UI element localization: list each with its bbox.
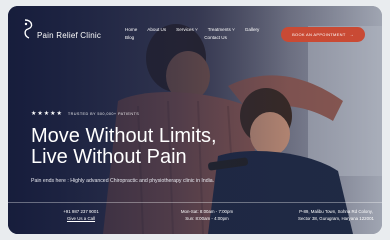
chevron-down-icon: ˅: [195, 27, 198, 32]
nav-home[interactable]: Home: [125, 27, 137, 33]
headline-line-2: Live Without Pain: [31, 146, 187, 168]
brand-name: Pain Relief Clinic: [37, 30, 102, 40]
trust-text: TRUSTED BY 500,000+ PATIENTS: [67, 111, 140, 116]
trust-rating: ★★★★★ TRUSTED BY 500,000+ PATIENTS: [31, 110, 139, 117]
headline-line-1: Move Without Limits,: [31, 125, 217, 147]
nav-blog[interactable]: Blog: [125, 35, 134, 41]
nav-treatments-label: Treatments: [207, 27, 231, 32]
spine-logo-icon: [24, 19, 33, 39]
nav-services-label: Services: [176, 27, 194, 32]
chevron-down-icon: ˅: [232, 27, 235, 32]
arrow-right-icon: →: [349, 32, 354, 37]
give-us-a-call-link[interactable]: Give Us a Call: [50, 215, 112, 222]
nav-treatments[interactable]: Treatments ˅: [208, 27, 235, 33]
book-appointment-button[interactable]: BOOK AN APPOINTMENT →: [281, 27, 365, 42]
nav-services[interactable]: Services ˅: [176, 27, 198, 33]
nav-about-us[interactable]: About Us: [147, 27, 166, 33]
hours-weekday: Mon-Sat: 8:00am - 7:00pm: [180, 209, 234, 214]
hours-info: Mon-Sat: 8:00am - 7:00pm Sun: 8:00am - 4…: [170, 208, 244, 222]
main-nav: Home About Us Services ˅ Treatments ˅ Ga…: [125, 27, 275, 41]
hours-sunday: Sun: 8:00am - 4:00pm: [185, 216, 229, 221]
star-rating-icon: ★★★★★: [31, 111, 63, 117]
phone-number[interactable]: +91 987 237 9001: [50, 208, 112, 215]
address-line-2: Sector 38, Gurugram, Haryana 122001: [298, 216, 374, 221]
nav-gallery[interactable]: Gallery: [245, 27, 260, 33]
phone-info: +91 987 237 9001 Give Us a Call: [50, 208, 112, 222]
nav-contact-us[interactable]: Contact Us: [204, 35, 227, 41]
hero-headline: Move Without Limits, Live Without Pain: [31, 126, 217, 168]
logo[interactable]: Pain Relief Clinic: [20, 18, 101, 40]
hero-section: Pain Relief Clinic Home About Us Service…: [8, 6, 382, 234]
book-appointment-label: BOOK AN APPOINTMENT: [292, 32, 346, 37]
info-divider: [8, 202, 382, 203]
address-line-1: P-89, Malibu Town, Sohna Rd Colony,: [299, 209, 373, 214]
hero-subtitle: Pain ends here : Highly advanced Chiropr…: [31, 178, 215, 184]
address-info: P-89, Malibu Town, Sohna Rd Colony, Sect…: [290, 208, 382, 222]
